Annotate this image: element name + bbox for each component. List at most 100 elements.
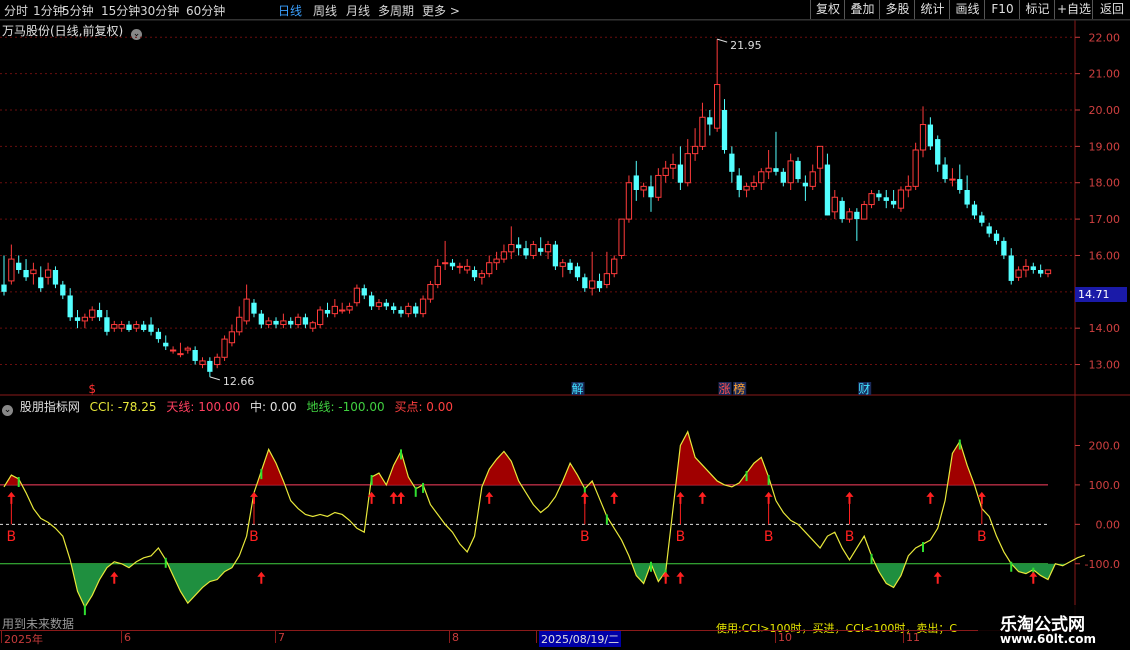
price-tick-label: 19.00 [1089,140,1121,153]
cci-value: CCI: -78.25 [89,400,157,414]
candle-body [684,153,691,184]
candle-body [30,269,37,275]
candle-body [126,324,132,330]
time-label: 2025年 [4,633,43,646]
candle-body [935,139,941,165]
candle-body [456,265,463,268]
event-marker: 榜 [733,381,745,396]
candle-body [971,204,978,216]
candle-body [552,244,559,267]
buy-letter: B [7,529,17,545]
candle-body [691,145,699,155]
candle-body [44,269,52,278]
time-tick [121,631,122,643]
cci-line [3,430,1085,609]
candle-body [508,244,515,253]
buy-arrow-icon [249,491,258,504]
candle-body [574,266,581,278]
candle-body [398,310,404,314]
time-label: 8 [452,631,459,644]
candle-body [611,258,618,275]
candle-body [214,356,221,366]
candle-body [471,270,478,278]
candle-body [516,244,522,249]
time-tick [536,631,537,643]
buy-letter: B [676,529,686,545]
candle-body [979,215,985,223]
candle-body [169,349,177,352]
cci-overbought-fill [386,451,414,485]
buy-arrow-icon [926,491,935,504]
candle-body [802,182,809,187]
candle-body [67,295,73,318]
candle-body [677,164,684,183]
candle-body [316,309,324,326]
candle-body [883,197,889,201]
time-tick [903,631,904,643]
candle-body [603,273,611,286]
ground-arrow-icon [1029,571,1038,584]
price-tick-label: 21.00 [1089,68,1121,81]
candle-body [912,149,919,187]
candle-body [831,196,838,213]
cci-overbought-fill [256,449,285,485]
candle-body [207,360,213,372]
candle-body [861,204,868,220]
candle-body [89,309,96,318]
candle-body [427,284,434,300]
candle-body [721,110,728,150]
candle-body [52,270,59,285]
candle-body [243,298,250,322]
buy-letter: B [764,529,774,545]
candle-body [986,226,992,234]
indicator-name[interactable]: 股朋指标网 [20,400,80,414]
candle-body [413,306,419,314]
candle-body [228,331,236,344]
candle-body [464,265,471,271]
candle-body [104,317,110,332]
candle-body [118,324,125,329]
candle-body [596,280,603,289]
event-marker: 涨 [718,381,730,396]
event-marker: 财 [858,382,870,396]
candle-body [405,305,412,315]
candle-body [184,347,191,351]
candle-body [707,117,713,125]
price-tick-label: 14.00 [1089,322,1121,335]
buy-letter: B [580,529,590,545]
candle-body [655,174,662,198]
candle-body [773,168,779,172]
price-tick-label: 22.00 [1089,31,1121,44]
high-pointer [717,38,728,43]
candle-body [523,248,529,256]
cci-tick-label: -100.0 [1085,558,1120,571]
kline-chart[interactable]: 22.0021.0020.0019.0018.0017.0016.0015.00… [0,0,1130,650]
candle-body [8,258,15,282]
candle-body [942,164,948,180]
candle-body [155,331,162,340]
candle-body [391,306,397,310]
candle-body [383,302,389,307]
candle-body [265,320,272,326]
candle-body [1015,269,1022,278]
buy-letter: B [977,529,987,545]
candle-body [567,262,573,270]
candle-body [478,273,486,278]
candle-body [361,288,367,296]
candle-body [192,350,198,361]
candle-body [251,302,257,314]
candle-body [530,244,537,256]
chevron-down-icon[interactable]: ⌄ [2,405,13,416]
candle-body [839,200,845,220]
candle-body [493,258,500,264]
candle-body [795,160,801,180]
time-tick [775,631,776,643]
candle-body [949,178,956,181]
candle-body [780,171,786,183]
watermark-url: www.60lt.com [1000,632,1097,646]
candle-body [302,317,309,325]
sky-value: 天线: 100.00 [166,400,241,414]
candle-body [81,316,89,322]
price-tick-label: 13.00 [1089,359,1121,372]
candle-body [993,233,1000,241]
